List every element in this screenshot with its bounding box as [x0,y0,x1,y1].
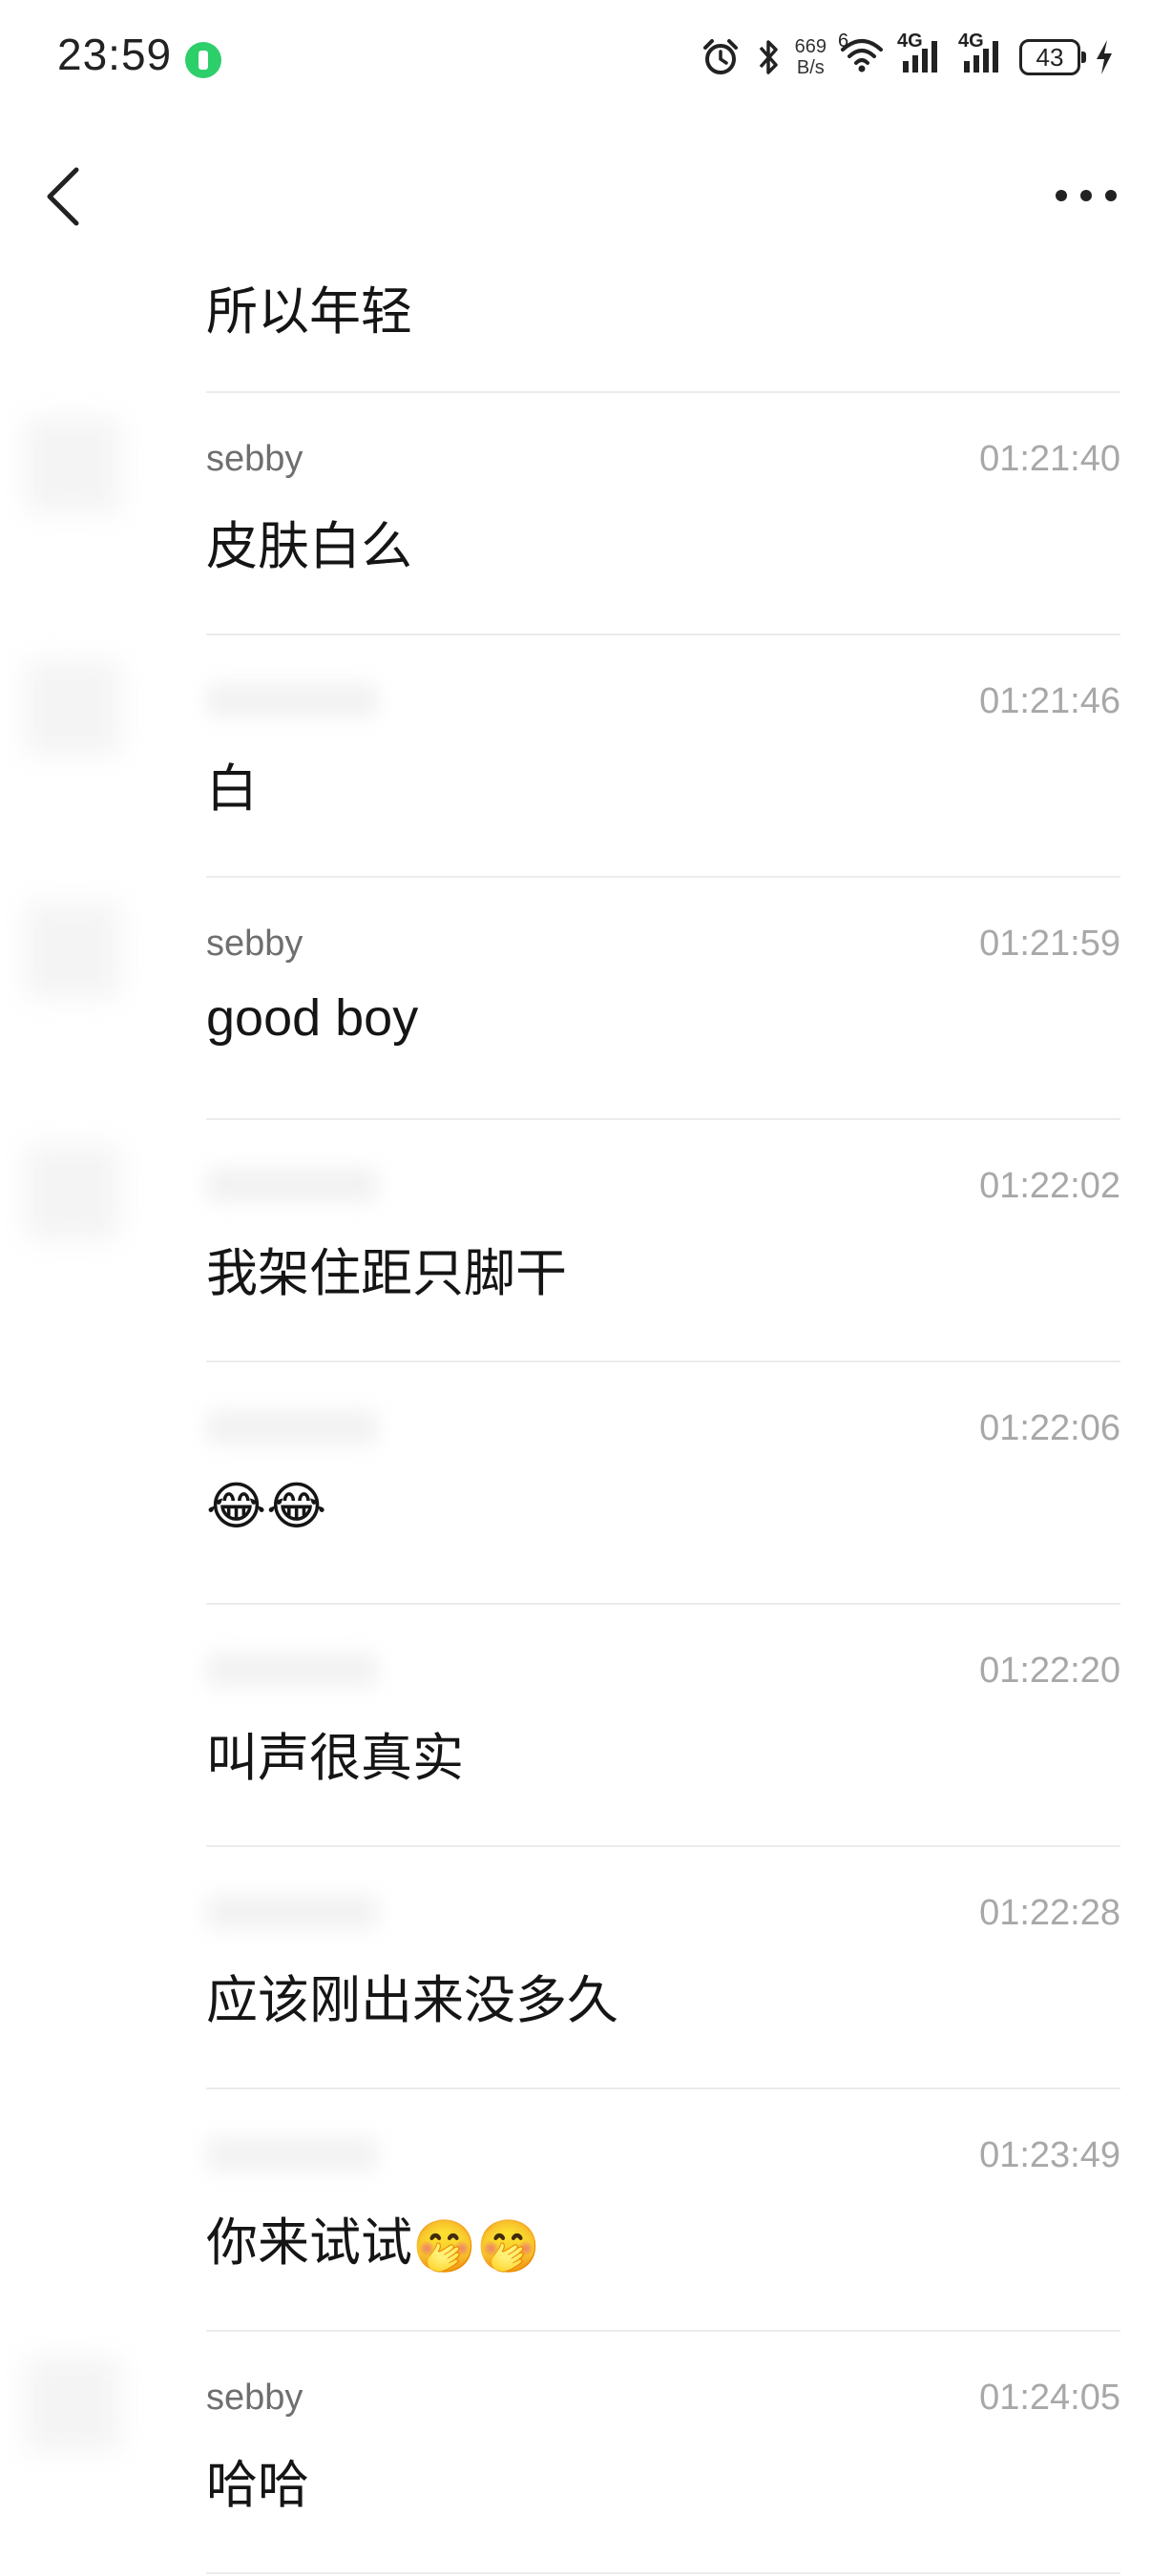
message-text: good boy [206,989,419,1047]
app-notification-icon [185,42,221,78]
message-text: 你来试试🤭🤭 [206,2200,540,2275]
sender-name: sebby [206,439,303,479]
sender-name-hidden [206,1652,378,1687]
chat-header [0,134,1172,258]
message-item[interactable]: sebby 01:21:40 皮肤白么 [25,393,1120,635]
status-bar: 23:59 669 B/s 6 4G 4G 43 [0,0,1172,114]
alarm-icon [702,39,738,74]
network-speed: 669 B/s [795,36,827,78]
message-time: 01:22:28 [979,1893,1120,1933]
message-time: 01:24:05 [979,2378,1120,2418]
status-icons: 669 B/s 6 4G 4G 43 [700,29,1115,86]
sender-name-hidden [206,1410,378,1444]
message-text: 皮肤白么 [206,518,412,575]
message-item[interactable]: sebby 01:21:59 good boy [25,878,1120,1120]
message-text: 应该刚出来没多久 [206,1972,618,2029]
avatar[interactable] [25,1145,120,1240]
message-text: 白 [206,760,258,818]
message-item[interactable]: 所以年轻 [206,258,1120,393]
message-time: 01:22:06 [979,1408,1120,1448]
message-list[interactable]: 所以年轻 sebby 01:21:40 皮肤白么 01:21:46 白 sebb… [0,258,1172,2574]
message-time: 01:22:02 [979,1166,1120,1206]
message-item[interactable]: 01:22:02 我架住距只脚干 [25,1120,1120,1362]
message-text: 叫声很真实 [206,1730,464,1787]
message-text: 哈哈 [206,2457,309,2514]
more-horizontal-icon [1056,190,1117,201]
hand-over-mouth-emoji: 🤭🤭 [412,2217,541,2275]
avatar[interactable] [25,418,120,513]
message-time: 01:21:59 [979,924,1120,964]
message-item[interactable]: 01:23:49 你来试试🤭🤭 [206,2089,1120,2332]
message-time: 01:23:49 [979,2135,1120,2175]
charging-icon [1097,40,1112,74]
sender-name-hidden [206,1895,378,1929]
message-time: 01:21:40 [979,439,1120,479]
laughing-tears-emoji: 😂😂 [206,1477,327,1535]
cell-signal-2: 4G [958,31,1006,79]
message-item[interactable]: 01:22:06 😂😂 [206,1362,1120,1605]
wifi-label: 6 [838,30,849,52]
message-item[interactable]: 01:22:20 叫声很真实 [206,1605,1120,1847]
avatar[interactable] [25,903,120,998]
status-time: 23:59 [57,30,173,79]
cell-signal-1: 4G [897,31,945,79]
wifi-indicator: 6 [838,31,884,79]
message-time: 01:21:46 [979,681,1120,721]
chevron-left-icon [47,167,79,226]
message-text: 我架住距只脚干 [206,1245,567,1302]
message-text: 😂😂 [206,1473,326,1532]
network-speed-unit: B/s [796,57,825,78]
sender-name-hidden [206,683,378,717]
avatar[interactable] [25,660,120,756]
message-item[interactable]: 01:22:28 应该刚出来没多久 [206,1847,1120,2089]
sender-name-hidden [206,2137,378,2171]
sender-name: sebby [206,924,303,964]
signal1-label: 4G [897,30,923,52]
network-speed-value: 669 [794,36,827,57]
bluetooth-icon [759,40,778,74]
more-options-button[interactable] [1048,172,1124,219]
sender-name: sebby [206,2378,303,2418]
signal2-label: 4G [958,30,984,52]
message-text: 所以年轻 [206,283,412,341]
sender-name-hidden [206,1168,378,1202]
message-text-content: 你来试试 [206,2214,412,2272]
message-time: 01:22:20 [979,1651,1120,1691]
back-button[interactable] [38,162,95,229]
message-item[interactable]: sebby 01:24:05 哈哈 [25,2332,1120,2574]
avatar[interactable] [25,2357,120,2452]
message-item[interactable]: 01:21:46 白 [25,635,1120,878]
battery-indicator: 43 [1019,39,1086,75]
